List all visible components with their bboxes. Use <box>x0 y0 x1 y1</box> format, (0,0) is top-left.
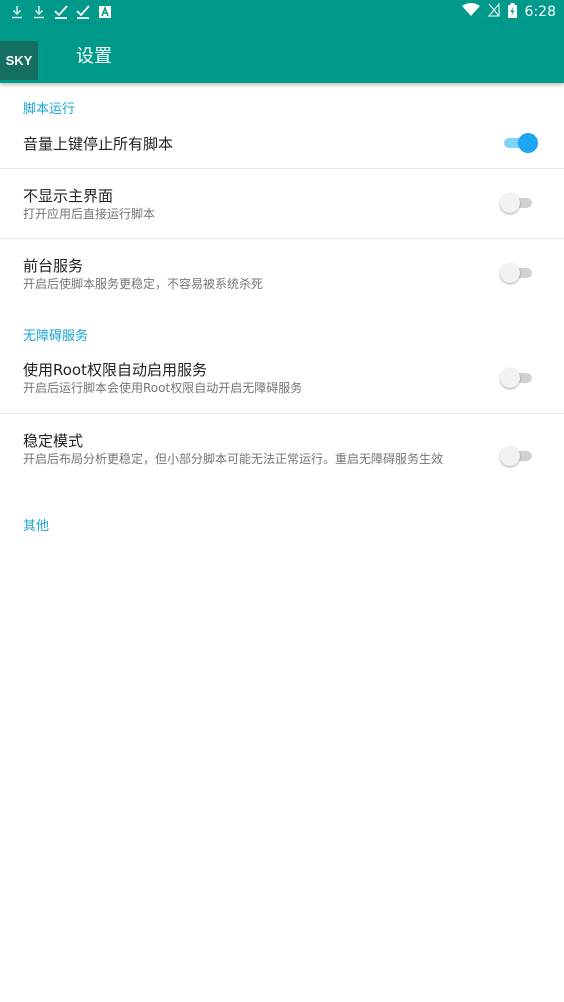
battery-charging-icon <box>507 2 517 22</box>
status-bar: 6:28 <box>0 0 564 24</box>
root-auto-enable-switch[interactable] <box>500 368 532 388</box>
app-bar: SKY 设置 <box>0 24 564 83</box>
setting-title: 前台服务 <box>23 257 84 275</box>
setting-hide-main[interactable]: 不显示主界面 打开应用后直接运行脚本 <box>0 169 564 238</box>
download-icon <box>32 5 46 19</box>
stable-mode-switch[interactable] <box>500 446 532 466</box>
a-badge-icon <box>98 5 112 19</box>
hide-main-switch[interactable] <box>500 193 532 213</box>
setting-volume-stop[interactable]: 音量上键停止所有脚本 <box>0 120 564 168</box>
setting-stable-mode[interactable]: 稳定模式 开启后布局分析更稳定，但小部分脚本可能无法正常运行。重启无障碍服务生效 <box>0 414 564 498</box>
section-header-other: 其他 <box>23 519 50 534</box>
section-header-accessibility: 无障碍服务 <box>23 329 89 344</box>
setting-title: 稳定模式 <box>23 432 84 450</box>
sky-overlay-badge[interactable]: SKY <box>0 41 38 80</box>
download-icon <box>10 5 24 19</box>
setting-title: 使用Root权限自动启用服务 <box>23 361 207 379</box>
setting-foreground-service[interactable]: 前台服务 开启后使脚本服务更稳定，不容易被系统杀死 <box>0 239 564 309</box>
setting-title: 音量上键停止所有脚本 <box>23 135 174 153</box>
clock: 6:28 <box>524 4 556 20</box>
setting-subtitle: 开启后布局分析更稳定，但小部分脚本可能无法正常运行。重启无障碍服务生效 <box>23 452 444 466</box>
check-icon <box>54 5 68 19</box>
no-sim-icon <box>487 2 500 21</box>
setting-root-auto-enable[interactable]: 使用Root权限自动启用服务 开启后运行脚本会使用Root权限自动开启无障碍服务 <box>0 344 564 413</box>
setting-title: 不显示主界面 <box>23 187 114 205</box>
setting-subtitle: 打开应用后直接运行脚本 <box>23 207 156 221</box>
notification-icons <box>10 2 112 22</box>
volume-stop-switch[interactable] <box>500 133 538 153</box>
section-header-script-run: 脚本运行 <box>23 102 76 117</box>
foreground-service-switch[interactable] <box>500 263 532 283</box>
system-icons: 6:28 <box>461 2 556 22</box>
page-title: 设置 <box>76 46 112 67</box>
setting-subtitle: 开启后运行脚本会使用Root权限自动开启无障碍服务 <box>23 381 303 395</box>
setting-subtitle: 开启后使脚本服务更稳定，不容易被系统杀死 <box>23 277 264 291</box>
check-icon <box>76 5 90 19</box>
wifi-icon <box>461 3 480 21</box>
